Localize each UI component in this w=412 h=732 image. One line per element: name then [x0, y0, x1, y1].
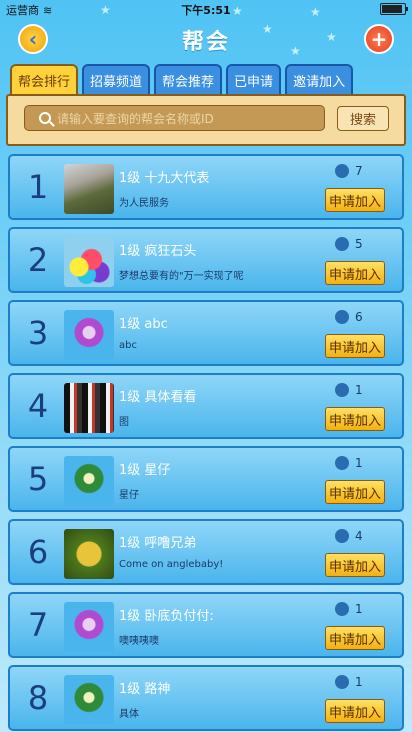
tab-guild-ranking[interactable]: 帮会排行 [10, 64, 79, 94]
guild-avatar [64, 310, 114, 360]
guild-rank: 2 [27, 241, 49, 279]
guild-row[interactable]: 5 1级 星仔 星仔 1 申请加入 [8, 446, 404, 512]
member-count: 6 [355, 310, 363, 324]
guild-name: 1级 路神 [119, 682, 171, 697]
guild-row[interactable]: 8 1级 路神 具体 1 申请加入 [8, 665, 404, 731]
member-count: 7 [355, 164, 363, 178]
search-panel: 请输入要查询的帮会名称或ID 搜索 [6, 94, 406, 146]
apply-join-button[interactable]: 申请加入 [325, 334, 385, 358]
guild-row[interactable]: 6 1级 呼噜兄弟 Come on anglebaby! 4 申请加入 [8, 519, 404, 585]
guild-row[interactable]: 2 1级 疯狂石头 梦想总要有的"万一实现了呢 5 申请加入 [8, 227, 404, 293]
plus-icon: + [370, 27, 388, 51]
apply-join-button[interactable]: 申请加入 [325, 261, 385, 285]
guild-rank: 8 [27, 679, 49, 717]
guild-name: 1级 abc [119, 317, 168, 332]
apply-join-button[interactable]: 申请加入 [325, 626, 385, 650]
tab-recommend[interactable]: 帮会推荐 [154, 64, 223, 94]
apply-join-button[interactable]: 申请加入 [325, 188, 385, 212]
member-icon [335, 310, 349, 324]
tab-invite[interactable]: 邀请加入 [285, 64, 354, 94]
guild-rank: 3 [27, 314, 49, 352]
guild-avatar [64, 529, 114, 579]
guild-row[interactable]: 4 1级 具体看看 图 1 申请加入 [8, 373, 404, 439]
member-count: 1 [355, 602, 363, 616]
page-title: 帮会 [181, 30, 230, 55]
guild-name: 1级 十九大代表 [119, 171, 210, 186]
guild-description: 具体 [119, 709, 139, 720]
guild-avatar [64, 675, 114, 725]
apply-join-button[interactable]: 申请加入 [325, 407, 385, 431]
status-bar: 运营商 ≋ 下午5:51 [0, 0, 412, 18]
member-icon [335, 675, 349, 689]
guild-rank: 4 [27, 387, 49, 425]
tab-recruit[interactable]: 招募频道 [82, 64, 151, 94]
guild-name: 1级 具体看看 [119, 390, 197, 405]
member-icon [335, 456, 349, 470]
apply-join-button[interactable]: 申请加入 [325, 480, 385, 504]
clock: 下午5:51 [181, 4, 231, 17]
guild-row[interactable]: 3 1级 abc abc 6 申请加入 [8, 300, 404, 366]
member-icon [335, 164, 349, 178]
apply-join-button[interactable]: 申请加入 [325, 553, 385, 577]
guild-description: 图 [119, 417, 129, 428]
member-count: 1 [355, 675, 363, 689]
guild-description: 梦想总要有的"万一实现了呢 [119, 271, 244, 282]
guild-description: abc [119, 340, 137, 351]
guild-name: 1级 星仔 [119, 463, 171, 478]
guild-avatar [64, 602, 114, 652]
member-icon [335, 602, 349, 616]
search-input[interactable]: 请输入要查询的帮会名称或ID [24, 105, 325, 131]
create-guild-button[interactable]: + [364, 24, 394, 54]
guild-row[interactable]: 1 1级 十九大代表 为人民服务 7 申请加入 [8, 154, 404, 220]
search-button[interactable]: 搜索 [337, 106, 389, 131]
guild-rank: 6 [27, 533, 49, 571]
guild-description: 为人民服务 [119, 198, 169, 209]
search-placeholder: 请输入要查询的帮会名称或ID [57, 111, 214, 126]
search-icon [39, 112, 51, 124]
guild-avatar [64, 456, 114, 506]
guild-name: 1级 呼噜兄弟 [119, 536, 197, 551]
guild-description: 噢咦咦噢 [119, 636, 159, 647]
guild-description: 星仔 [119, 490, 139, 501]
member-count: 1 [355, 383, 363, 397]
guild-rank: 7 [27, 606, 49, 644]
member-count: 5 [355, 237, 363, 251]
member-icon [335, 529, 349, 543]
tab-bar: 帮会排行 招募频道 帮会推荐 已申请 邀请加入 [10, 64, 364, 96]
guild-name: 1级 疯狂石头 [119, 244, 197, 259]
guild-avatar [64, 237, 114, 287]
guild-row[interactable]: 7 1级 卧底负付付: 噢咦咦噢 1 申请加入 [8, 592, 404, 658]
guild-description: Come on anglebaby! [119, 559, 224, 570]
member-icon [335, 383, 349, 397]
member-icon [335, 237, 349, 251]
guild-avatar [64, 164, 114, 214]
apply-join-button[interactable]: 申请加入 [325, 699, 385, 723]
tab-applied[interactable]: 已申请 [226, 64, 282, 94]
guild-rank: 5 [27, 460, 49, 498]
guild-name: 1级 卧底负付付: [119, 609, 214, 624]
member-count: 4 [355, 529, 363, 543]
guild-rank: 1 [27, 168, 49, 206]
guild-avatar [64, 383, 114, 433]
battery-icon [380, 3, 408, 15]
member-count: 1 [355, 456, 363, 470]
